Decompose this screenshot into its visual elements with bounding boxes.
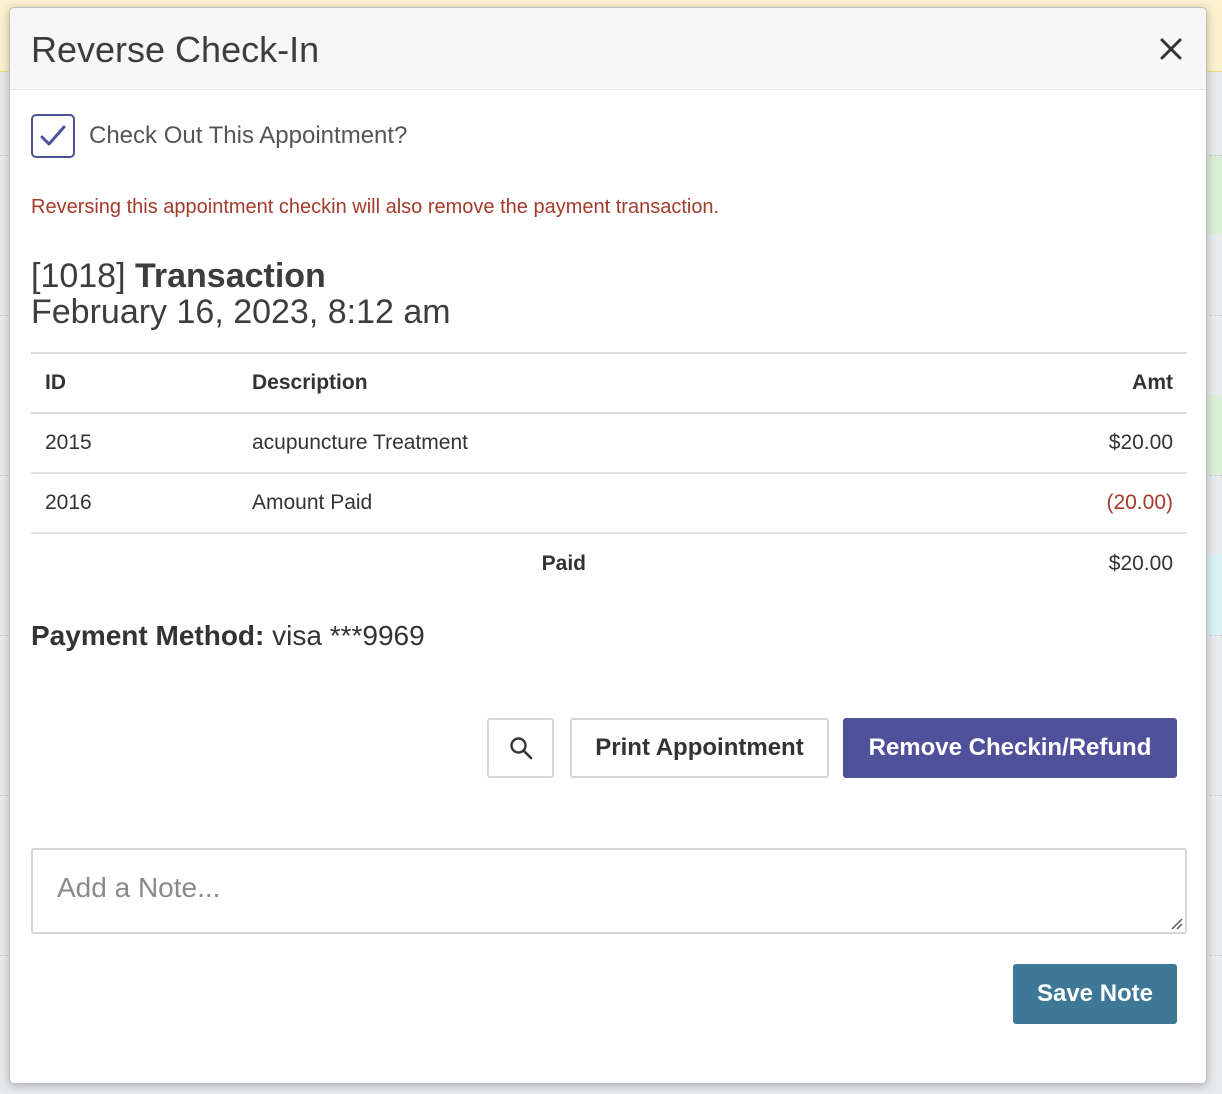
close-button[interactable]: [1154, 32, 1188, 66]
remove-checkin-refund-button[interactable]: Remove Checkin/Refund: [843, 718, 1177, 778]
transaction-heading: [1018] Transaction February 16, 2023, 8:…: [31, 258, 451, 330]
paid-label: Paid: [541, 551, 586, 575]
payment-method-value: visa ***9969: [272, 620, 425, 651]
warning-message: Reversing this appointment checkin will …: [31, 196, 720, 218]
row-id: 2015: [31, 413, 238, 474]
payment-method-label: Payment Method:: [31, 620, 265, 651]
row-description: Amount Paid: [238, 473, 850, 534]
paid-amount: $20.00: [1108, 551, 1173, 575]
note-input[interactable]: [31, 848, 1187, 934]
modal-title: Reverse Check-In: [31, 29, 320, 70]
checkout-option: Check Out This Appointment?: [31, 114, 407, 158]
column-header-id: ID: [31, 352, 238, 414]
modal-header: Reverse Check-In: [10, 8, 1206, 90]
transaction-label: Transaction: [134, 257, 326, 295]
resize-grip-icon[interactable]: [1169, 916, 1183, 930]
column-header-amount: Amt: [850, 352, 1187, 414]
search-icon: [509, 737, 532, 760]
transaction-id: [1018]: [31, 257, 126, 295]
row-amount: (20.00): [850, 473, 1187, 534]
save-note-button[interactable]: Save Note: [1013, 964, 1177, 1024]
payment-method: Payment Method: visa ***9969: [31, 620, 425, 652]
row-description: acupuncture Treatment: [238, 413, 850, 474]
checkout-checkbox[interactable]: [31, 114, 75, 158]
row-amount: $20.00: [850, 413, 1187, 474]
checkmark-icon: [40, 125, 66, 146]
table-row: 2015 acupuncture Treatment $20.00: [31, 413, 1187, 474]
column-header-description: Description: [238, 352, 850, 414]
print-appointment-button[interactable]: Print Appointment: [570, 718, 829, 778]
checkout-label[interactable]: Check Out This Appointment?: [89, 122, 407, 150]
reverse-checkin-modal: Reverse Check-In Check Out This Appointm…: [9, 7, 1207, 1084]
search-button[interactable]: [487, 718, 554, 778]
close-icon: [1160, 38, 1182, 60]
note-field-wrapper: [31, 848, 1187, 934]
table-total-row: Paid $20.00: [31, 533, 1187, 593]
table-row: 2016 Amount Paid (20.00): [31, 473, 1187, 534]
transaction-date: February 16, 2023, 8:12 am: [31, 293, 451, 331]
transaction-table: ID Description Amt 2015 acupuncture Trea…: [31, 352, 1187, 593]
table-header-row: ID Description Amt: [31, 352, 1187, 414]
row-id: 2016: [31, 473, 238, 534]
